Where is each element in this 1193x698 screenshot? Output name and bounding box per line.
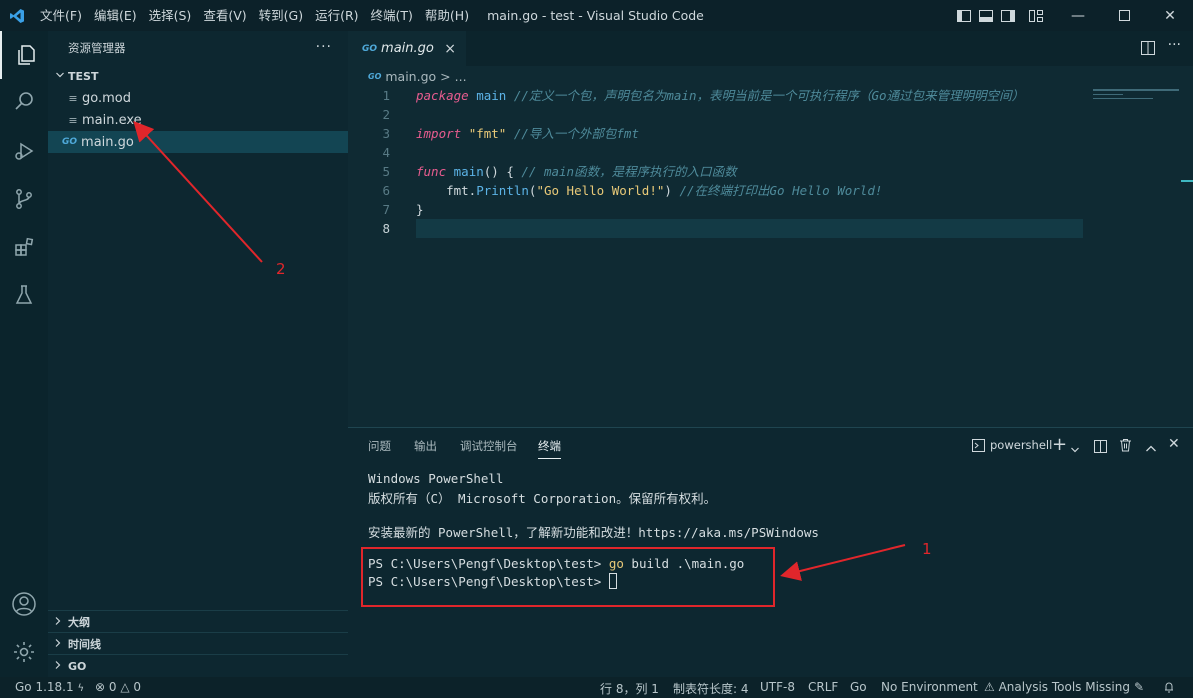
- annotation-arrows: [133, 121, 906, 581]
- arrow-2: [133, 121, 263, 263]
- annotation-label-2: 2: [276, 260, 286, 278]
- arrow-1: [780, 544, 906, 581]
- annotation-label-1: 1: [922, 540, 932, 558]
